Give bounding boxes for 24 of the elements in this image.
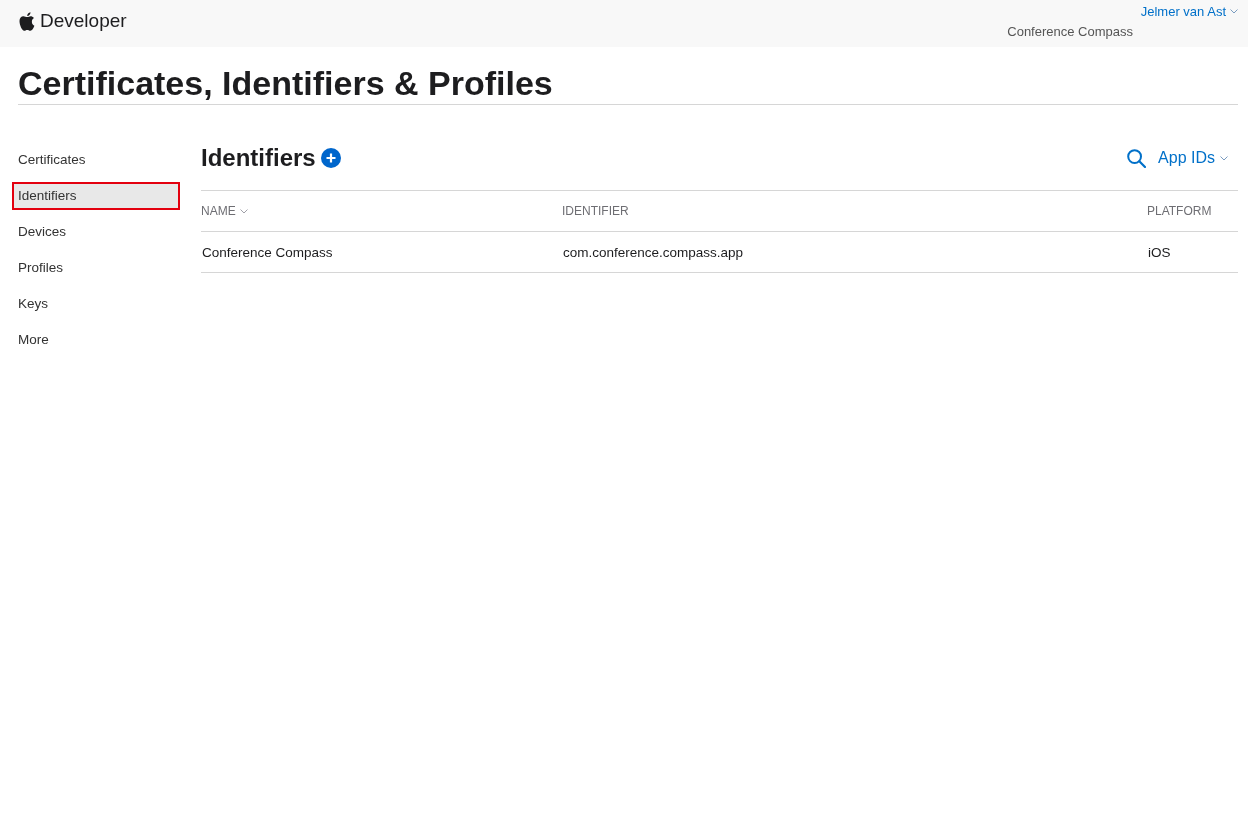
sidebar-item[interactable]: Devices xyxy=(12,218,180,246)
sidebar-item[interactable]: Identifiers xyxy=(12,182,180,210)
column-header[interactable]: NAME xyxy=(201,204,248,218)
column-header[interactable]: IDENTIFIER xyxy=(562,204,629,218)
column-header[interactable]: PLATFORM xyxy=(1147,204,1212,218)
chevron-down-icon xyxy=(239,208,248,214)
account-menu[interactable]: Jelmer van Ast xyxy=(1140,3,1238,20)
apple-icon xyxy=(19,11,35,31)
table-cell: com.conference.compass.app xyxy=(562,244,744,260)
add-icon[interactable] xyxy=(320,148,341,168)
sidebar-item[interactable]: Profiles xyxy=(12,254,180,282)
filter-dropdown[interactable]: App IDs xyxy=(1158,148,1228,168)
table-cell: iOS xyxy=(1147,244,1171,260)
table-cell: Conference Compass xyxy=(201,244,333,260)
chevron-down-icon xyxy=(1230,9,1238,14)
page-title: Certificates, Identifiers & Profiles xyxy=(18,64,1238,105)
chevron-down-icon xyxy=(1220,155,1228,161)
search-icon[interactable] xyxy=(1127,148,1147,168)
section-title: Identifiers xyxy=(201,143,316,173)
home-link[interactable]: Developer xyxy=(19,0,127,42)
team-name: Conference Compass xyxy=(1007,23,1133,40)
sidebar-item[interactable]: Keys xyxy=(12,290,180,318)
sidebar-item[interactable]: More xyxy=(12,326,180,354)
sidebar-item[interactable]: Certificates xyxy=(12,146,180,174)
